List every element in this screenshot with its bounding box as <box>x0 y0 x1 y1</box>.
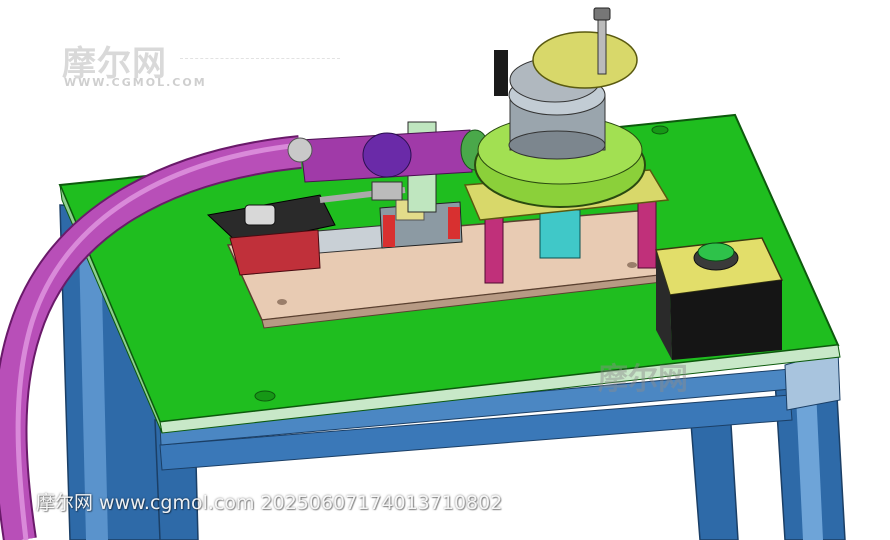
control-box <box>655 237 784 360</box>
watermark-logo-center: 摩尔网 <box>598 362 688 397</box>
watermark-divider <box>180 58 340 59</box>
watermark-url: WWW.CGMOL.COM <box>64 76 207 89</box>
rotary-chuck <box>474 7 646 208</box>
footer-watermark: 摩尔网 www.cgmol.com 20250607174013710802 <box>36 492 503 514</box>
